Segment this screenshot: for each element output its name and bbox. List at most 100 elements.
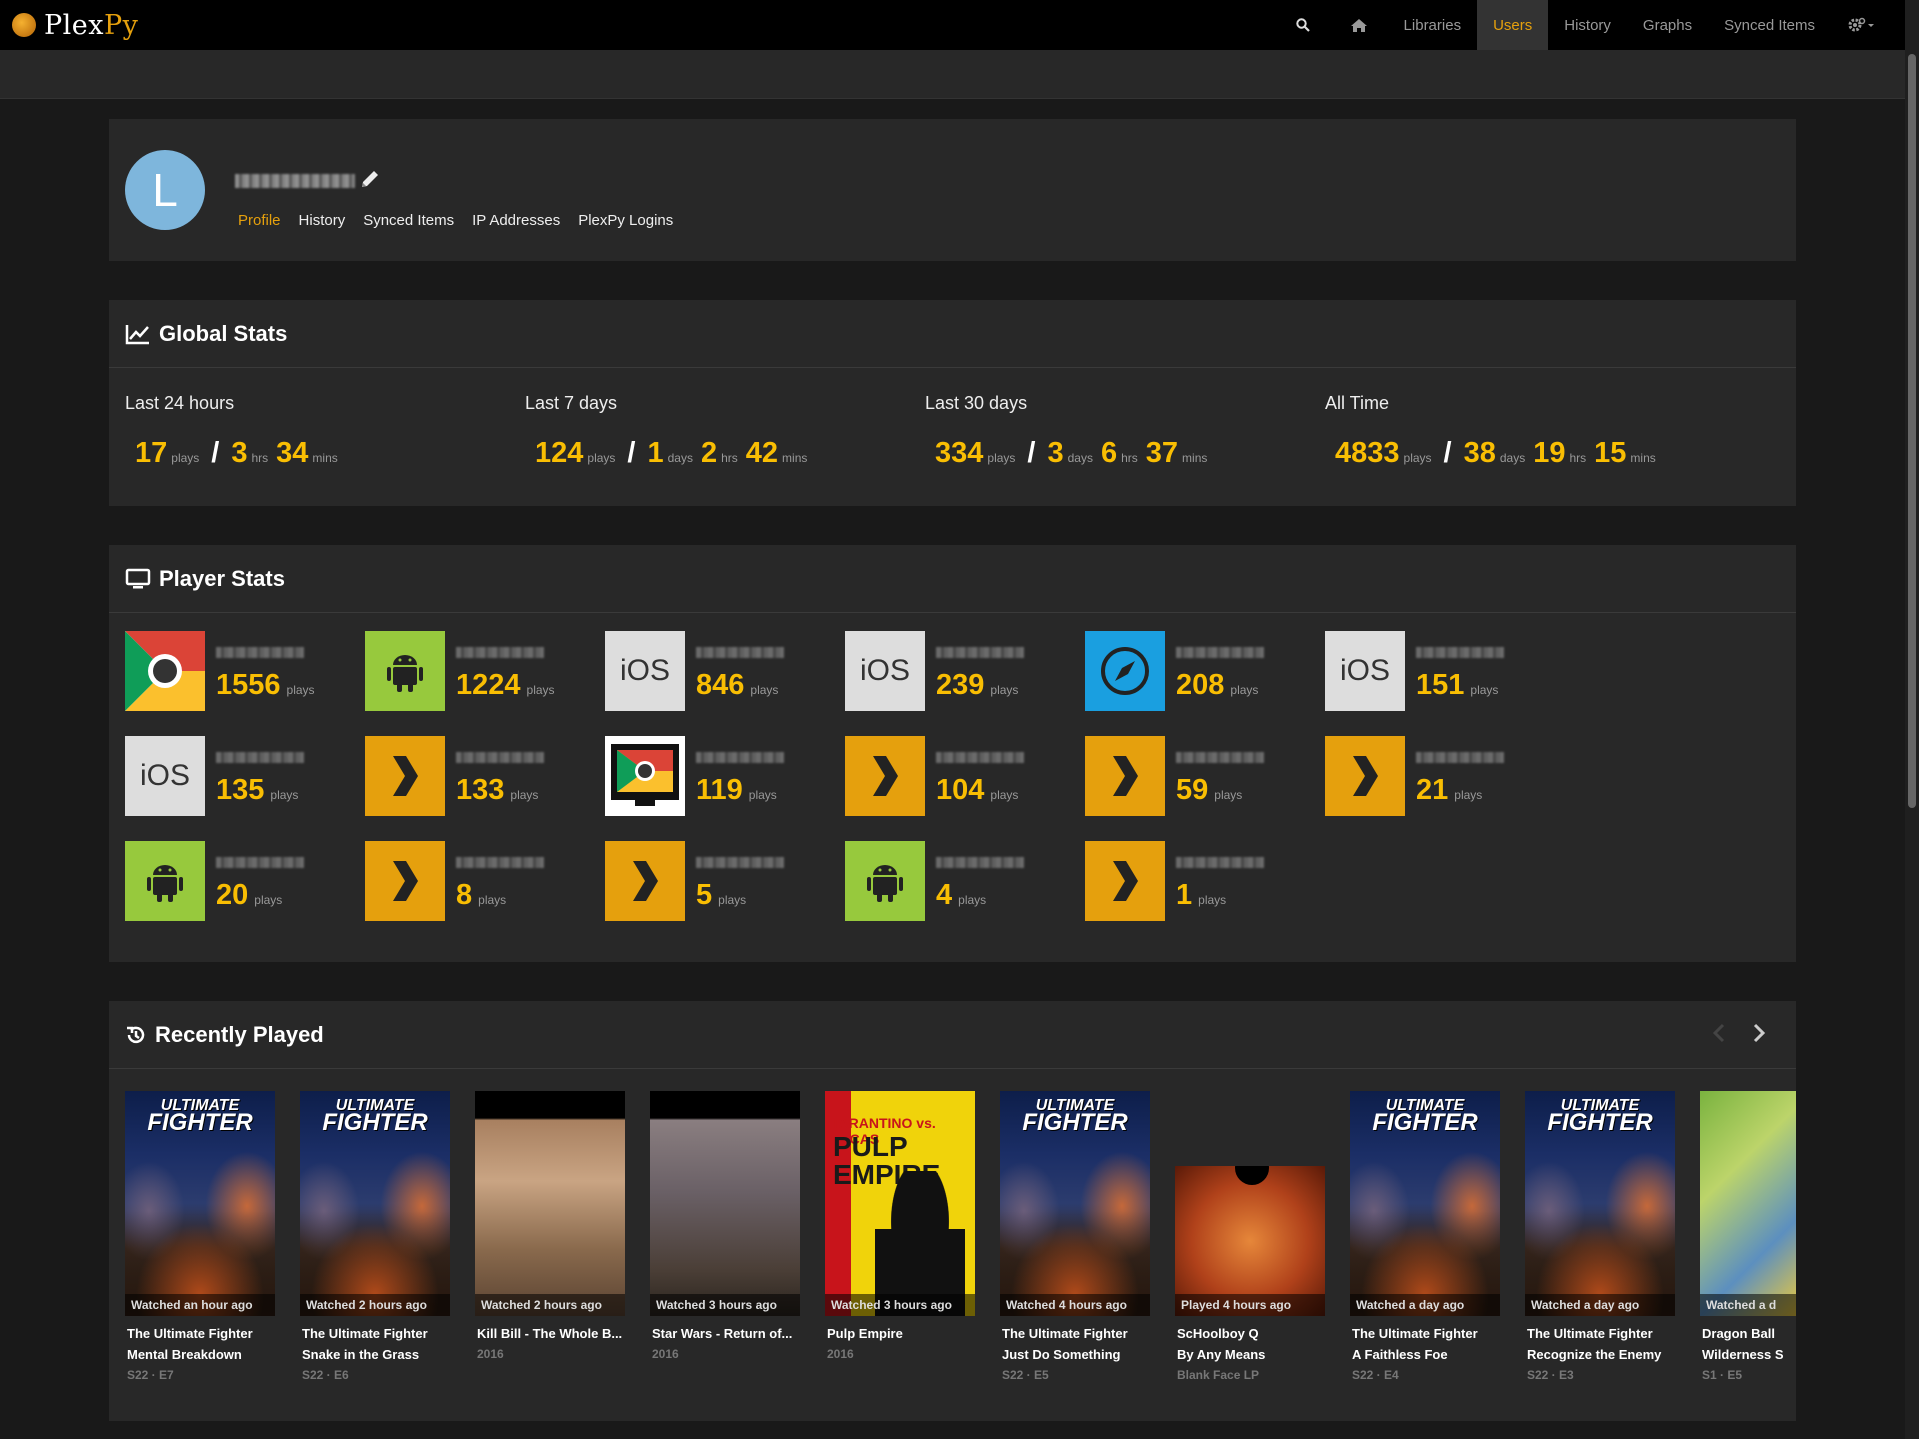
player-card[interactable]: 133 plays xyxy=(365,736,595,816)
player-name-redacted xyxy=(1416,647,1504,658)
nav-synced-items[interactable]: Synced Items xyxy=(1708,0,1831,50)
stat-period: Last 24 hours 17 plays/3 hrs 34 mins xyxy=(125,393,338,469)
brand[interactable]: PlexPy xyxy=(12,0,138,50)
poster-image[interactable]: ULTIMATE FIGHTER Watched 4 hours ago xyxy=(1000,1091,1150,1316)
nav-users[interactable]: Users xyxy=(1477,0,1549,50)
player-card[interactable]: 208 plays xyxy=(1085,631,1315,711)
recent-subtitle[interactable]: A Faithless Foe xyxy=(1352,1344,1500,1365)
recent-title[interactable]: The Ultimate Fighter xyxy=(1352,1323,1500,1344)
recent-subtitle[interactable]: Wilderness S xyxy=(1702,1344,1796,1365)
recent-meta: S22 · E6 xyxy=(302,1368,349,1382)
poster-image[interactable]: TARANTINO vs. LUCASPULPEMPIREWatched 3 h… xyxy=(825,1091,975,1316)
top-navbar: PlexPy Libraries Users History Graphs Sy… xyxy=(0,0,1905,50)
stat-hrs: 6 xyxy=(1100,437,1118,469)
watched-overlay: Watched 4 hours ago xyxy=(1000,1294,1150,1316)
player-play-count: 239 plays xyxy=(936,669,1019,701)
recent-subtitle[interactable]: Just Do Something xyxy=(1002,1344,1150,1365)
recent-title[interactable]: The Ultimate Fighter xyxy=(302,1323,450,1344)
player-card[interactable]: 1 plays xyxy=(1085,841,1315,921)
player-card[interactable]: 1224 plays xyxy=(365,631,595,711)
stat-separator: / xyxy=(1027,437,1036,469)
player-card[interactable]: 104 plays xyxy=(845,736,1075,816)
recent-meta: Blank Face LP xyxy=(1177,1368,1260,1382)
recent-title[interactable]: ScHoolboy Q xyxy=(1177,1323,1325,1344)
tab-ip-addresses[interactable]: IP Addresses xyxy=(472,212,560,229)
recent-title[interactable]: Star Wars - Return of... xyxy=(652,1323,800,1344)
player-play-count: 846 plays xyxy=(696,669,779,701)
tab-profile[interactable]: Profile xyxy=(238,212,281,229)
recent-meta: 2016 xyxy=(827,1347,854,1361)
player-name-redacted xyxy=(456,647,544,658)
player-name-redacted xyxy=(1176,647,1264,658)
recent-subtitle[interactable]: By Any Means xyxy=(1177,1344,1325,1365)
recent-title[interactable]: The Ultimate Fighter xyxy=(127,1323,275,1344)
tab-history[interactable]: History xyxy=(299,212,346,229)
recent-title[interactable]: The Ultimate Fighter xyxy=(1002,1323,1150,1344)
recent-subtitle[interactable]: Recognize the Enemy xyxy=(1527,1344,1675,1365)
poster-image[interactable]: Watched 3 hours ago xyxy=(650,1091,800,1316)
player-play-count: 21 plays xyxy=(1416,774,1483,806)
plex-icon xyxy=(1085,736,1165,816)
player-card[interactable]: 59 plays xyxy=(1085,736,1315,816)
stat-days: 3 xyxy=(1047,437,1064,469)
ios-icon: iOS xyxy=(605,631,685,711)
ios-icon: iOS xyxy=(125,736,205,816)
nav-graphs[interactable]: Graphs xyxy=(1627,0,1708,50)
tab-plexpy-logins[interactable]: PlexPy Logins xyxy=(578,212,673,229)
stat-hrs: 19 xyxy=(1533,437,1566,469)
player-name-redacted xyxy=(216,647,304,658)
poster-image[interactable]: Watched a d xyxy=(1700,1091,1796,1316)
stat-mins: 34 xyxy=(276,437,309,469)
poster-image[interactable]: ULTIMATE FIGHTER Watched an hour ago xyxy=(125,1091,275,1316)
recent-title[interactable]: Kill Bill - The Whole B... xyxy=(477,1323,625,1344)
chromecast-icon xyxy=(605,736,685,816)
player-card[interactable]: 8 plays xyxy=(365,841,595,921)
stat-period-label: All Time xyxy=(1325,393,1390,413)
page-scrollbar[interactable] xyxy=(1905,0,1919,1439)
poster-image[interactable]: ULTIMATE FIGHTER Watched 2 hours ago xyxy=(300,1091,450,1316)
player-name-redacted xyxy=(456,857,544,868)
tab-synced-items[interactable]: Synced Items xyxy=(363,212,454,229)
recent-meta: S22 · E4 xyxy=(1352,1368,1399,1382)
player-card[interactable]: 4 plays xyxy=(845,841,1075,921)
recent-meta: S22 · E3 xyxy=(1527,1368,1574,1382)
player-card[interactable]: iOS 135 plays xyxy=(125,736,355,816)
settings-gear-icon[interactable] xyxy=(1831,0,1891,50)
recent-meta: S22 · E5 xyxy=(1002,1368,1049,1382)
stat-values: 17 plays/3 hrs 34 mins xyxy=(135,437,338,469)
stat-period-label: Last 24 hours xyxy=(125,393,235,413)
recent-title[interactable]: Pulp Empire xyxy=(827,1323,975,1344)
recent-subtitle[interactable]: Mental Breakdown xyxy=(127,1344,275,1365)
poster-image[interactable]: ULTIMATE FIGHTER Watched a day ago xyxy=(1525,1091,1675,1316)
poster-image[interactable]: Watched 2 hours ago xyxy=(475,1091,625,1316)
chevron-left-icon[interactable] xyxy=(1712,1023,1726,1043)
player-card[interactable]: 21 plays xyxy=(1325,736,1555,816)
player-card[interactable]: 1556 plays xyxy=(125,631,355,711)
scrollbar-thumb[interactable] xyxy=(1908,54,1916,808)
recent-subtitle[interactable]: Snake in the Grass xyxy=(302,1344,450,1365)
player-card[interactable]: iOS 151 plays xyxy=(1325,631,1555,711)
player-stats-title: Player Stats xyxy=(159,565,285,591)
chevron-right-icon[interactable] xyxy=(1752,1023,1766,1043)
recent-title[interactable]: Dragon Ball xyxy=(1702,1323,1796,1344)
home-icon[interactable] xyxy=(1330,0,1388,50)
nav-history[interactable]: History xyxy=(1548,0,1627,50)
player-card[interactable]: 5 plays xyxy=(605,841,835,921)
search-icon[interactable] xyxy=(1276,0,1330,50)
player-card[interactable]: 20 plays xyxy=(125,841,355,921)
pencil-edit-icon[interactable] xyxy=(359,168,381,195)
android-icon xyxy=(365,631,445,711)
poster-image[interactable]: Played 4 hours ago xyxy=(1175,1166,1325,1316)
player-card[interactable]: iOS 239 plays xyxy=(845,631,1075,711)
player-card[interactable]: 119 plays xyxy=(605,736,835,816)
nav-libraries[interactable]: Libraries xyxy=(1388,0,1478,50)
monitor-icon xyxy=(125,568,151,588)
player-card[interactable]: iOS 846 plays xyxy=(605,631,835,711)
player-play-count: 133 plays xyxy=(456,774,539,806)
recent-title[interactable]: The Ultimate Fighter xyxy=(1527,1323,1675,1344)
plex-icon xyxy=(1085,841,1165,921)
username-redacted xyxy=(235,174,355,188)
poster-image[interactable]: ULTIMATE FIGHTER Watched a day ago xyxy=(1350,1091,1500,1316)
history-icon xyxy=(127,1026,145,1043)
recently-played-header: Recently Played xyxy=(109,1001,1796,1069)
